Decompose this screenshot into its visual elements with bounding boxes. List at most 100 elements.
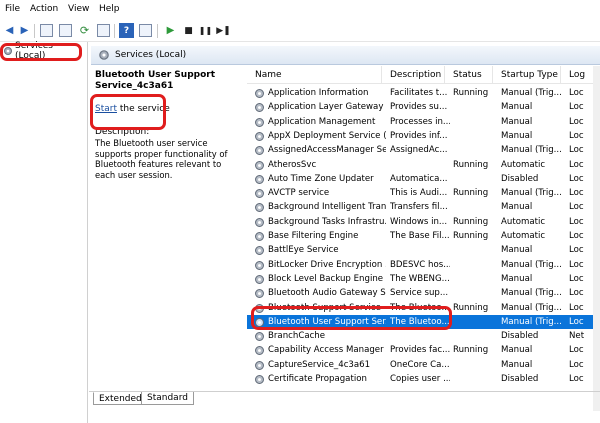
service-gear-icon	[255, 160, 264, 170]
table-row[interactable]: Application Management Processes in... Man…	[247, 115, 600, 129]
cell-description: The Bluetoo...	[390, 316, 450, 327]
menu-help[interactable]: Help	[99, 4, 120, 14]
cell-startup-type: Manual	[501, 273, 533, 284]
toolbar-separator	[157, 24, 158, 38]
service-gear-icon	[255, 346, 264, 356]
cell-startup-type: Manual (Trig...	[501, 302, 562, 313]
cell-startup-type: Manual	[501, 116, 533, 127]
tab-extended[interactable]: Extended	[93, 392, 148, 405]
table-row[interactable]: Background Intelligent Tran... Transfers …	[247, 200, 600, 214]
service-gear-icon	[255, 117, 264, 127]
properties-icon[interactable]	[58, 23, 73, 38]
cell-description: Provides su...	[390, 102, 448, 113]
cell-startup-type: Automatic	[501, 216, 546, 227]
table-row[interactable]: Capability Access Manager ... Provides fa…	[247, 343, 600, 357]
cell-description: Copies user ...	[390, 374, 450, 384]
export-list-icon[interactable]	[96, 23, 111, 38]
menu-view[interactable]: View	[68, 4, 89, 14]
service-gear-icon	[255, 303, 264, 313]
start-service-icon[interactable]: ▶	[163, 23, 178, 38]
table-row[interactable]: BitLocker Drive Encryption ... BDESVC hos…	[247, 258, 600, 272]
table-row[interactable]: Block Level Backup Engine ... The WBENG..…	[247, 272, 600, 286]
pause-service-icon[interactable]: ❚❚	[198, 23, 213, 38]
cell-description: Provides fac...	[390, 345, 450, 356]
menu-bar: File Action View Help	[0, 0, 600, 20]
table-row[interactable]: BranchCache Disabled Net	[247, 329, 600, 343]
table-row[interactable]: BattlEye Service Manual Loc	[247, 243, 600, 257]
table-row[interactable]: Bluetooth User Support Ser... The Bluetoo…	[247, 314, 600, 330]
cell-description: Provides inf...	[390, 130, 448, 141]
table-row[interactable]: AssignedAccessManager Se... AssignedAc...…	[247, 143, 600, 157]
column-startup-type[interactable]: Startup Type	[493, 66, 561, 84]
table-row[interactable]: Background Tasks Infrastru... Windows in.…	[247, 215, 600, 229]
cell-description: Windows in...	[390, 216, 448, 227]
show-hide-console-tree-icon[interactable]	[39, 23, 54, 38]
help-icon[interactable]: ?	[119, 23, 134, 38]
cell-startup-type: Manual (Trig...	[501, 145, 562, 156]
cell-description: Transfers fil...	[390, 202, 448, 213]
table-row[interactable]: AVCTP service This is Audi... Running Manua…	[247, 186, 600, 200]
service-gear-icon	[255, 274, 264, 284]
table-row[interactable]: AppX Deployment Service (... Provides inf…	[247, 129, 600, 143]
back-arrow-icon[interactable]: ◀	[2, 23, 17, 38]
restart-service-icon[interactable]: ▶❚	[216, 23, 231, 38]
service-gear-icon	[255, 146, 264, 156]
refresh-icon[interactable]: ⟳	[77, 23, 92, 38]
table-row[interactable]: CaptureService_4c3a61 OneCore Ca... Manual…	[247, 358, 600, 372]
cell-description: OneCore Ca...	[390, 359, 450, 370]
service-gear-icon	[255, 189, 264, 199]
cell-description: The WBENG...	[390, 273, 450, 284]
table-row[interactable]: AtherosSvc Running Automatic Loc	[247, 158, 600, 172]
cell-name: Base Filtering Engine	[268, 231, 359, 241]
services-list: ⌃ Name Description Status Startup Type L…	[247, 66, 600, 411]
cell-startup-type: Disabled	[501, 331, 539, 342]
service-gear-icon	[255, 232, 264, 241]
column-name[interactable]: Name	[247, 66, 382, 84]
table-row[interactable]: Base Filtering Engine The Base Fil... Runn…	[247, 229, 600, 243]
cell-description: The Bluetoo...	[390, 302, 450, 313]
cell-startup-type: Disabled	[501, 374, 539, 384]
table-row[interactable]: Application Layer Gateway ... Provides su…	[247, 100, 600, 114]
service-gear-icon	[255, 360, 264, 370]
toolbar-separator	[114, 24, 115, 38]
view-icon[interactable]	[138, 23, 153, 38]
toolbar: ◀ ▶ ⟳ ? ▶ ■ ❚❚ ▶❚	[0, 20, 600, 42]
start-service-link[interactable]: Start	[95, 104, 117, 114]
services-pane: Services (Local) Bluetooth User Support …	[89, 42, 600, 423]
start-service-line: Start the service	[95, 104, 236, 114]
vertical-scrollbar[interactable]	[593, 66, 600, 411]
cell-description: The Base Fil...	[390, 231, 450, 241]
menu-action[interactable]: Action	[30, 4, 58, 14]
cell-startup-type: Manual	[501, 102, 533, 113]
table-row[interactable]: Application Information Facilitates t... R…	[247, 86, 600, 100]
service-gear-icon	[255, 375, 264, 384]
table-row[interactable]: Bluetooth Audio Gateway S... Service sup.…	[247, 286, 600, 300]
description-text: The Bluetooth user service supports prop…	[95, 138, 228, 180]
description-pane: Bluetooth User Support Service_4c3a61 St…	[89, 66, 242, 388]
cell-startup-type: Manual (Trig...	[501, 188, 562, 199]
cell-name: Certificate Propagation	[268, 374, 367, 384]
table-row[interactable]: Bluetooth Support Service The Bluetoo... R…	[247, 301, 600, 315]
cell-name: BranchCache	[268, 331, 326, 342]
cell-name: AssignedAccessManager Se...	[268, 145, 386, 156]
stop-service-icon[interactable]: ■	[181, 23, 196, 38]
service-gear-icon	[255, 217, 264, 227]
tab-standard[interactable]: Standard	[141, 392, 194, 405]
forward-arrow-icon[interactable]: ▶	[17, 23, 32, 38]
service-gear-icon	[255, 317, 264, 327]
column-description[interactable]: Description	[382, 66, 445, 84]
cell-name: AtherosSvc	[268, 159, 317, 170]
tree-node-label: Services (Local)	[15, 41, 53, 61]
pane-title: Services (Local)	[115, 50, 187, 60]
column-status[interactable]: Status	[445, 66, 493, 84]
cell-description: Processes in...	[390, 116, 450, 127]
cell-startup-type: Manual	[501, 359, 533, 370]
table-row[interactable]: Certificate Propagation Copies user ... Di…	[247, 372, 600, 386]
cell-name: Background Intelligent Tran...	[268, 202, 386, 213]
menu-file[interactable]: File	[5, 4, 20, 14]
cell-name: BitLocker Drive Encryption ...	[268, 259, 386, 270]
table-row[interactable]: Auto Time Zone Updater Automatica... Disab…	[247, 172, 600, 186]
tree-node-services-local[interactable]: Services (Local)	[1, 41, 87, 61]
cell-description: AssignedAc...	[390, 145, 448, 156]
service-gear-icon	[255, 289, 264, 299]
